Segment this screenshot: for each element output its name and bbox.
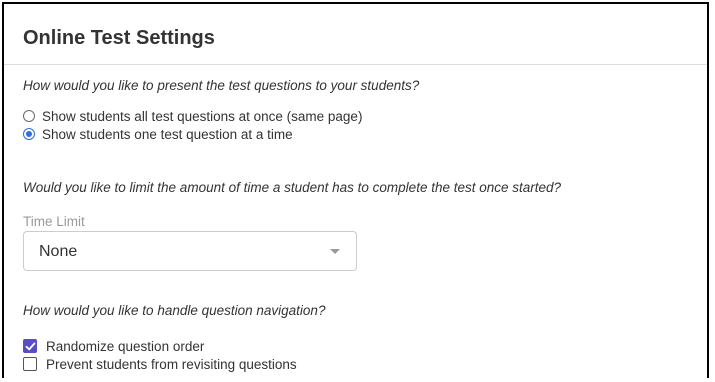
online-test-settings-panel: Online Test Settings How would you like … <box>2 2 709 378</box>
radio-option-one-at-a-time[interactable]: Show students one test question at a tim… <box>23 125 293 143</box>
time-limit-question: Would you like to limit the amount of ti… <box>23 180 562 195</box>
checkbox-prevent-revisit[interactable]: Prevent students from revisiting questio… <box>23 355 297 373</box>
checkbox-unchecked[interactable] <box>23 357 37 371</box>
checkbox-label: Prevent students from revisiting questio… <box>46 356 297 372</box>
time-limit-label: Time Limit <box>23 214 85 229</box>
navigation-question: How would you like to handle question na… <box>23 303 326 318</box>
caret-down-icon <box>330 249 340 254</box>
title-divider <box>4 64 707 65</box>
checkbox-label: Randomize question order <box>46 338 205 354</box>
panel-title: Online Test Settings <box>23 27 215 49</box>
checkmark-icon <box>25 342 36 351</box>
checkbox-checked[interactable] <box>23 339 37 353</box>
radio-button-selected[interactable] <box>23 128 35 140</box>
radio-option-label: Show students one test question at a tim… <box>42 126 293 142</box>
radio-option-all-at-once[interactable]: Show students all test questions at once… <box>23 107 362 125</box>
radio-option-label: Show students all test questions at once… <box>42 108 363 124</box>
checkbox-randomize-order[interactable]: Randomize question order <box>23 337 204 355</box>
radio-button-unselected[interactable] <box>23 110 35 122</box>
presentation-question: How would you like to present the test q… <box>23 78 420 93</box>
time-limit-select[interactable]: None <box>23 231 357 271</box>
time-limit-selected-value: None <box>39 243 78 260</box>
